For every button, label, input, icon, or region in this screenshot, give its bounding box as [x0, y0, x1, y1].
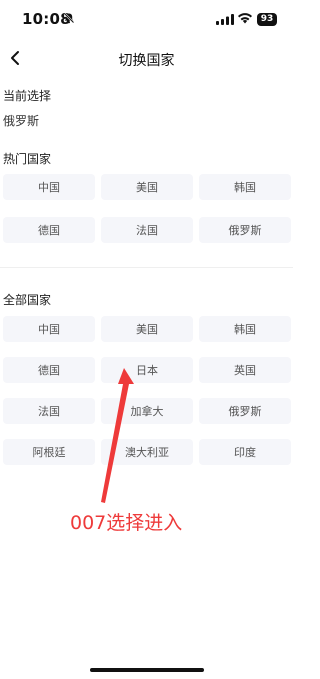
battery-icon: 93: [257, 13, 277, 26]
current-selection-value: 俄罗斯: [3, 114, 40, 128]
hot-country-chip[interactable]: 美国: [101, 174, 193, 200]
country-chip[interactable]: 加拿大: [101, 398, 193, 424]
status-bar: 10:08 93: [0, 0, 293, 40]
bell-slash-icon: [63, 12, 75, 24]
country-chip[interactable]: 法国: [3, 398, 95, 424]
wifi-icon: [238, 13, 252, 24]
current-selection-title: 当前选择: [3, 89, 52, 103]
hot-country-chip[interactable]: 俄罗斯: [199, 217, 291, 243]
home-indicator: [90, 668, 204, 672]
country-chip[interactable]: 澳大利亚: [101, 439, 193, 465]
country-chip[interactable]: 中国: [3, 316, 95, 342]
country-chip[interactable]: 德国: [3, 357, 95, 383]
hot-country-chip[interactable]: 韩国: [199, 174, 291, 200]
hot-countries-title: 热门国家: [3, 152, 52, 166]
country-chip[interactable]: 印度: [199, 439, 291, 465]
country-chip[interactable]: 美国: [101, 316, 193, 342]
country-chip-japan[interactable]: 日本: [101, 357, 193, 383]
nav-bar: 切换国家: [0, 44, 293, 74]
annotation-label: 007选择进入: [70, 512, 183, 534]
country-chip[interactable]: 俄罗斯: [199, 398, 291, 424]
hot-country-chip[interactable]: 法国: [101, 217, 193, 243]
page-title: 切换国家: [118, 53, 175, 69]
country-chip[interactable]: 阿根廷: [3, 439, 95, 465]
hot-country-chip[interactable]: 中国: [3, 174, 95, 200]
all-countries-grid: 中国 美国 韩国 德国 日本 英国 法国 加拿大 俄罗斯 阿根廷 澳大利亚 印度: [3, 316, 291, 465]
hot-country-chip[interactable]: 德国: [3, 217, 95, 243]
section-divider: [0, 267, 293, 268]
hot-countries-grid: 中国 美国 韩国 德国 法国 俄罗斯: [3, 174, 291, 243]
country-chip[interactable]: 英国: [199, 357, 291, 383]
all-countries-title: 全部国家: [3, 293, 52, 307]
signal-icon: [216, 14, 234, 25]
country-chip[interactable]: 韩国: [199, 316, 291, 342]
